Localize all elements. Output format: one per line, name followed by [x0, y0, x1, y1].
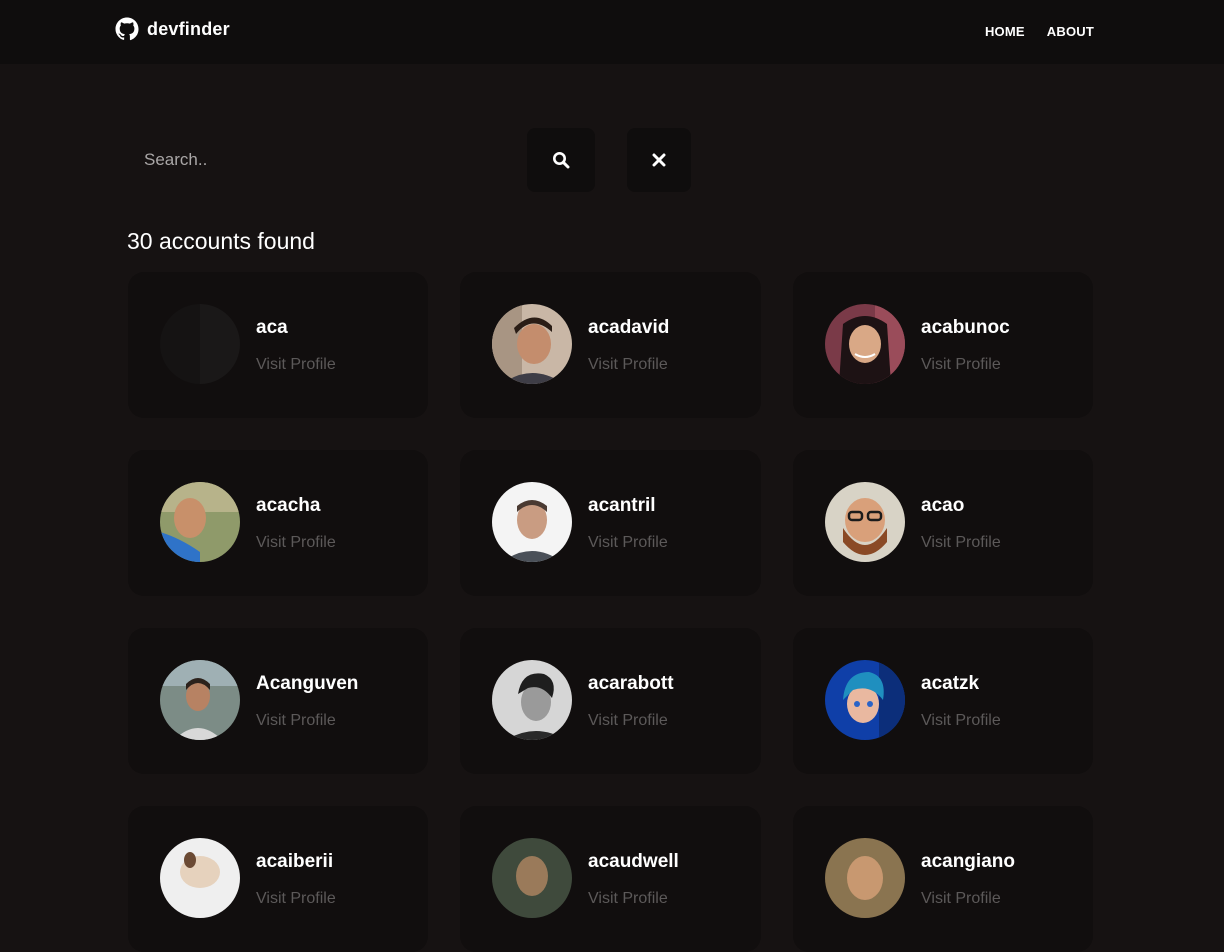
user-card[interactable]: acatzk Visit Profile — [793, 628, 1093, 774]
user-card[interactable]: acao Visit Profile — [793, 450, 1093, 596]
username: acarabott — [588, 673, 674, 694]
avatar — [825, 304, 905, 384]
visit-profile-link[interactable]: Visit Profile — [588, 890, 668, 908]
user-card[interactable]: acabunoc Visit Profile — [793, 272, 1093, 418]
visit-profile-link[interactable]: Visit Profile — [921, 890, 1001, 908]
username: Acanguven — [256, 673, 359, 694]
avatar — [160, 482, 240, 562]
brand[interactable]: devfinder — [115, 17, 230, 41]
visit-profile-link[interactable]: Visit Profile — [256, 356, 336, 374]
avatar — [825, 482, 905, 562]
username: acaiberii — [256, 851, 334, 872]
visit-profile-link[interactable]: Visit Profile — [921, 534, 1001, 552]
visit-profile-link[interactable]: Visit Profile — [256, 890, 336, 908]
username: acantril — [588, 495, 656, 516]
search-input[interactable] — [128, 128, 508, 192]
visit-profile-link[interactable]: Visit Profile — [921, 712, 1001, 730]
result-count: 30 accounts found — [127, 228, 315, 254]
user-card[interactable]: acacha Visit Profile — [128, 450, 428, 596]
user-card[interactable]: aca Visit Profile — [128, 272, 428, 418]
github-icon — [115, 17, 139, 41]
brand-name: devfinder — [147, 18, 230, 39]
username: acao — [921, 495, 965, 516]
username: acatzk — [921, 673, 980, 694]
avatar — [492, 482, 572, 562]
avatar — [492, 660, 572, 740]
user-card[interactable]: acarabott Visit Profile — [460, 628, 761, 774]
user-card[interactable]: acangiano Visit Profile — [793, 806, 1093, 952]
search-icon — [552, 151, 570, 169]
username: acaudwell — [588, 851, 679, 872]
user-card[interactable]: acadavid Visit Profile — [460, 272, 761, 418]
user-card[interactable]: Acanguven Visit Profile — [128, 628, 428, 774]
avatar — [825, 838, 905, 918]
close-icon — [652, 153, 666, 167]
user-card[interactable]: acantril Visit Profile — [460, 450, 761, 596]
avatar — [492, 838, 572, 918]
nav-about-link[interactable]: ABOUT — [1047, 24, 1094, 39]
username: acangiano — [921, 851, 1015, 872]
username: acabunoc — [921, 317, 1010, 338]
visit-profile-link[interactable]: Visit Profile — [256, 534, 336, 552]
nav-links: HOME ABOUT — [985, 24, 1094, 39]
visit-profile-link[interactable]: Visit Profile — [588, 534, 668, 552]
user-card[interactable]: acaudwell Visit Profile — [460, 806, 761, 952]
avatar — [825, 660, 905, 740]
avatar — [160, 304, 240, 384]
visit-profile-link[interactable]: Visit Profile — [921, 356, 1001, 374]
search-button[interactable] — [527, 128, 595, 192]
user-card[interactable]: acaiberii Visit Profile — [128, 806, 428, 952]
avatar — [492, 304, 572, 384]
avatar — [160, 660, 240, 740]
nav-home-link[interactable]: HOME — [985, 24, 1025, 39]
visit-profile-link[interactable]: Visit Profile — [256, 712, 336, 730]
visit-profile-link[interactable]: Visit Profile — [588, 712, 668, 730]
navbar: devfinder HOME ABOUT — [0, 0, 1224, 64]
visit-profile-link[interactable]: Visit Profile — [588, 356, 668, 374]
clear-button[interactable] — [627, 128, 691, 192]
username: acacha — [256, 495, 321, 516]
username: aca — [256, 317, 288, 338]
avatar — [160, 838, 240, 918]
results-grid: aca Visit Profile acadavid Visit Profile — [128, 272, 1094, 952]
username: acadavid — [588, 317, 670, 338]
